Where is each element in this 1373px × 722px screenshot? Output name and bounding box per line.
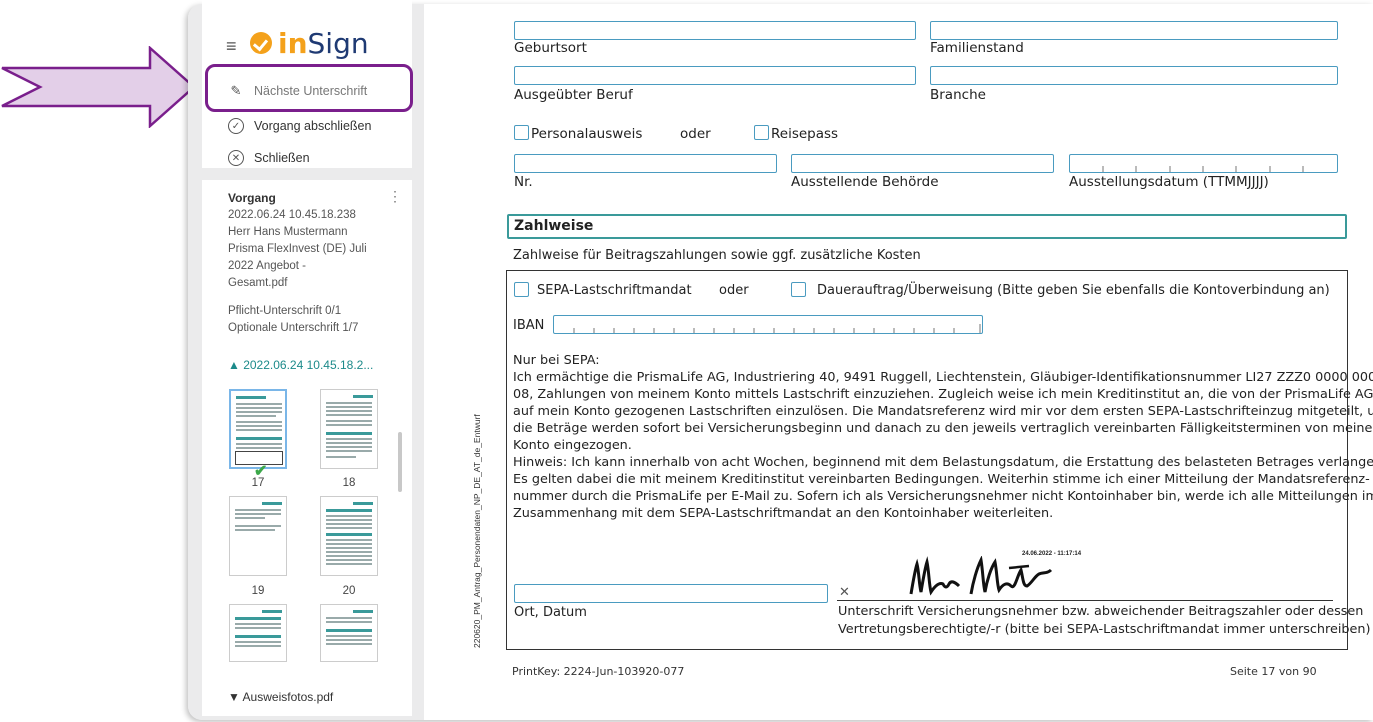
process-file-line2: 2022 Angebot - [228,260,307,272]
logo-check-icon [250,32,272,54]
signature-label-line1: Unterschrift Versicherungsnehmer bzw. ab… [838,604,1364,619]
iban-label: IBAN [513,318,545,333]
close-circle-icon: ✕ [228,150,244,166]
more-options-icon[interactable]: ⋮ [388,188,402,205]
required-signatures: Pflicht-Unterschrift 0/1 [228,305,342,317]
birthplace-field[interactable] [514,21,916,40]
section-header [507,214,1347,239]
sidebar-scrollbar[interactable] [398,432,402,492]
signature-image [909,556,1053,596]
job-field[interactable] [514,66,916,85]
highlight-frame [205,64,413,112]
close-label: Schließen [254,151,310,165]
process-file-line1: Prisma FlexInvest (DE) Juli [228,243,367,255]
sepa-text-line: Hinweis: Ich kann innerhalb von acht Woc… [513,455,1373,470]
place-date-field[interactable] [514,584,828,603]
page-thumbnail[interactable] [320,604,378,662]
sepa-text-line: Es gelten dabei die mit meinem Kreditins… [513,472,1370,487]
issue-date-field[interactable] [1069,154,1338,173]
sepa-text-line: Nur bei SEPA: [513,353,600,368]
place-date-label: Ort, Datum [514,605,587,620]
industry-label: Branche [930,87,986,103]
standing-order-checkbox[interactable] [791,282,806,297]
issue-date-label: Ausstellungsdatum (TTMMJJJJ) [1069,174,1269,190]
complete-process-label: Vorgang abschließen [254,119,372,133]
or-label: oder [680,126,711,142]
signature-label-line2: Vertretungsberechtigte/-r (bitte bei SEP… [838,622,1371,637]
optional-signatures: Optionale Unterschrift 1/7 [228,322,359,334]
sepa-text-line: Konto eingezogen. [513,438,632,453]
check-circle-icon: ✓ [228,118,244,134]
logo-in: in [278,26,308,60]
page-thumbnail[interactable] [320,496,378,576]
insign-logo: in Sign [250,26,369,60]
id-card-label: Personalausweis [531,126,643,142]
thumbnail-number: 17 [251,477,265,489]
logo-sign: Sign [307,26,369,60]
thumbnail-number: 18 [342,477,356,489]
authority-label: Ausstellende Behörde [791,174,939,190]
page-thumbnail[interactable] [229,389,287,469]
process-id: 2022.06.24 10.45.18.238 [228,209,356,221]
folder-toggle[interactable]: ▲ 2022.06.24 10.45.18.2... [228,358,373,372]
thumbnail-number: 20 [342,585,356,597]
job-label: Ausgeübter Beruf [514,87,633,103]
section-subtitle: Zahlweise für Beitragszahlungen sowie gg… [513,248,921,263]
complete-process-button[interactable]: ✓ Vorgang abschließen [228,115,371,137]
birthplace-label: Geburtsort [514,40,587,56]
iban-field[interactable] [553,315,983,334]
close-button[interactable]: ✕ Schließen [228,147,310,169]
id-card-checkbox[interactable] [514,125,529,140]
sepa-text-line: die Beträge werden sofort bei Versicheru… [513,421,1373,436]
process-customer: Herr Hans Mustermann [228,226,348,238]
marital-status-field[interactable] [930,21,1338,40]
marital-status-label: Familienstand [930,40,1024,56]
id-number-label: Nr. [514,174,533,190]
standing-order-label: Dauerauftrag/Überweisung (Bitte geben Si… [817,283,1330,298]
process-file-line3: Gesamt.pdf [228,277,288,289]
pointer-arrow-icon [1,46,196,128]
passport-label: Reisepass [771,126,839,142]
process-title: Vorgang [228,191,276,205]
clear-signature-icon[interactable]: ✕ [839,584,850,600]
thumbnail-number: 19 [251,585,265,597]
sepa-checkbox[interactable] [514,282,529,297]
id-number-field[interactable] [514,154,777,173]
page-thumbnail[interactable] [229,604,287,662]
hamburger-menu-icon[interactable]: ≡ [226,36,237,57]
page-indicator: Seite 17 von 90 [1230,665,1317,678]
sepa-text-line: auf mein Konto gezogenen Lastschriften e… [513,404,1373,419]
signature-line [837,600,1333,601]
printkey-text: PrintKey: 2224-Jun-103920-077 [512,665,685,678]
section-title: Zahlweise [514,218,594,234]
sepa-text-line: Ich ermächtige die PrismaLife AG, Indust… [513,370,1373,385]
sepa-text-line: nummer durch die PrismaLife per E-Mail z… [513,489,1373,504]
sepa-text-line: 08, Zahlungen von meinem Konto mittels L… [513,387,1373,402]
passport-checkbox[interactable] [754,125,769,140]
sepa-text-line: Zusammenhang mit dem SEPA-Lastschriftman… [513,506,1054,521]
authority-field[interactable] [791,154,1054,173]
page-thumbnail[interactable] [320,389,378,469]
folder-toggle-ausweisfotos[interactable]: ▼ Ausweisfotos.pdf [228,690,333,704]
industry-field[interactable] [930,66,1338,85]
sepa-label: SEPA-Lastschriftmandat [537,283,692,298]
page-thumbnail[interactable] [229,496,287,576]
or-label-2: oder [719,283,749,298]
document-side-reference: 220620_PM_Antrag_Personendaten_NP_DE_AT_… [472,414,482,648]
